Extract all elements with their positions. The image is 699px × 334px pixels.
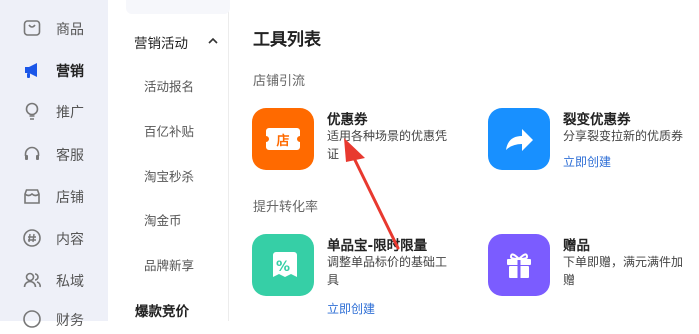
- users-icon: [23, 272, 41, 288]
- sidebar-item-label: 商品: [56, 22, 84, 38]
- subnav-item[interactable]: 淘宝秒杀: [144, 166, 194, 185]
- sidebar-item-service[interactable]: 客服: [0, 139, 108, 169]
- create-now-link[interactable]: 立即创建: [327, 300, 375, 317]
- headset-icon: [24, 146, 40, 160]
- tool-description: 分享裂变拉新的优质券: [563, 129, 684, 143]
- coupon-icon[interactable]: 店: [252, 108, 314, 170]
- lightbulb-icon: [25, 102, 39, 120]
- subnav-item[interactable]: 淘金币: [144, 210, 182, 229]
- share-arrow-icon[interactable]: [488, 108, 550, 170]
- sidebar-item-label: 店铺: [56, 190, 84, 206]
- chevron-up-icon[interactable]: [207, 35, 219, 47]
- megaphone-icon: [25, 63, 37, 78]
- tool-description: 调整单品标价的基础工具: [327, 255, 448, 287]
- store-icon: [24, 189, 40, 204]
- percent-tag-icon[interactable]: %: [252, 234, 314, 296]
- section-title: 店铺引流: [253, 74, 306, 89]
- main-content: 工具列表 店铺引流 提升转化率 店 优惠券 适用各种场景的优惠凭证 裂变优惠券 …: [229, 0, 699, 321]
- main-sidebar: 商品 营销 推广 客服 店铺 内容 私域 财务: [0, 0, 108, 329]
- sidebar-item-label: 推广: [56, 105, 84, 121]
- subnav-group-header[interactable]: 营销活动: [134, 32, 188, 52]
- tool-name: 优惠券: [327, 112, 368, 128]
- sidebar-item-private-domain[interactable]: 私域: [0, 265, 108, 295]
- sidebar-item-label: 私域: [56, 274, 84, 290]
- sidebar-item-content[interactable]: 内容: [0, 223, 108, 253]
- subnav-item[interactable]: 品牌新享: [144, 255, 194, 274]
- gift-icon[interactable]: [488, 234, 550, 296]
- section-title: 提升转化率: [253, 200, 319, 215]
- tool-description: 适用各种场景的优惠凭证: [327, 129, 448, 161]
- sidebar-item-label: 营销: [56, 64, 84, 80]
- sidebar-item-product[interactable]: 商品: [0, 13, 108, 43]
- sidebar-item-label: 客服: [56, 148, 84, 164]
- subnav-item-bottom[interactable]: 爆款竞价: [135, 300, 189, 320]
- sidebar-item-marketing[interactable]: 营销: [0, 55, 108, 85]
- sidebar-item-store[interactable]: 店铺: [0, 181, 108, 211]
- product-icon: [23, 20, 41, 36]
- sidebar-item-label: 内容: [56, 232, 84, 248]
- sidebar-item-finance[interactable]: 财务: [0, 304, 108, 334]
- subnav-item[interactable]: 百亿补贴: [144, 121, 194, 140]
- tool-name: 赠品: [563, 238, 590, 254]
- subnav-item[interactable]: 活动报名: [144, 76, 194, 95]
- tool-description: 下单即赠，满元满件加赠: [563, 255, 684, 287]
- sidebar-item-promotion[interactable]: 推广: [0, 96, 108, 126]
- hashtag-icon: [23, 229, 41, 247]
- tool-name: 裂变优惠券: [563, 112, 631, 128]
- tool-name: 单品宝-限时限量: [327, 238, 428, 254]
- subnav-top-item[interactable]: [126, 0, 230, 14]
- sidebar-item-label: 财务: [56, 313, 84, 329]
- svg-text:%: %: [276, 259, 290, 275]
- coupon-icon-glyph: 店: [276, 133, 289, 149]
- finance-icon: [23, 310, 41, 328]
- page-title: 工具列表: [253, 30, 321, 50]
- create-now-link[interactable]: 立即创建: [563, 153, 611, 170]
